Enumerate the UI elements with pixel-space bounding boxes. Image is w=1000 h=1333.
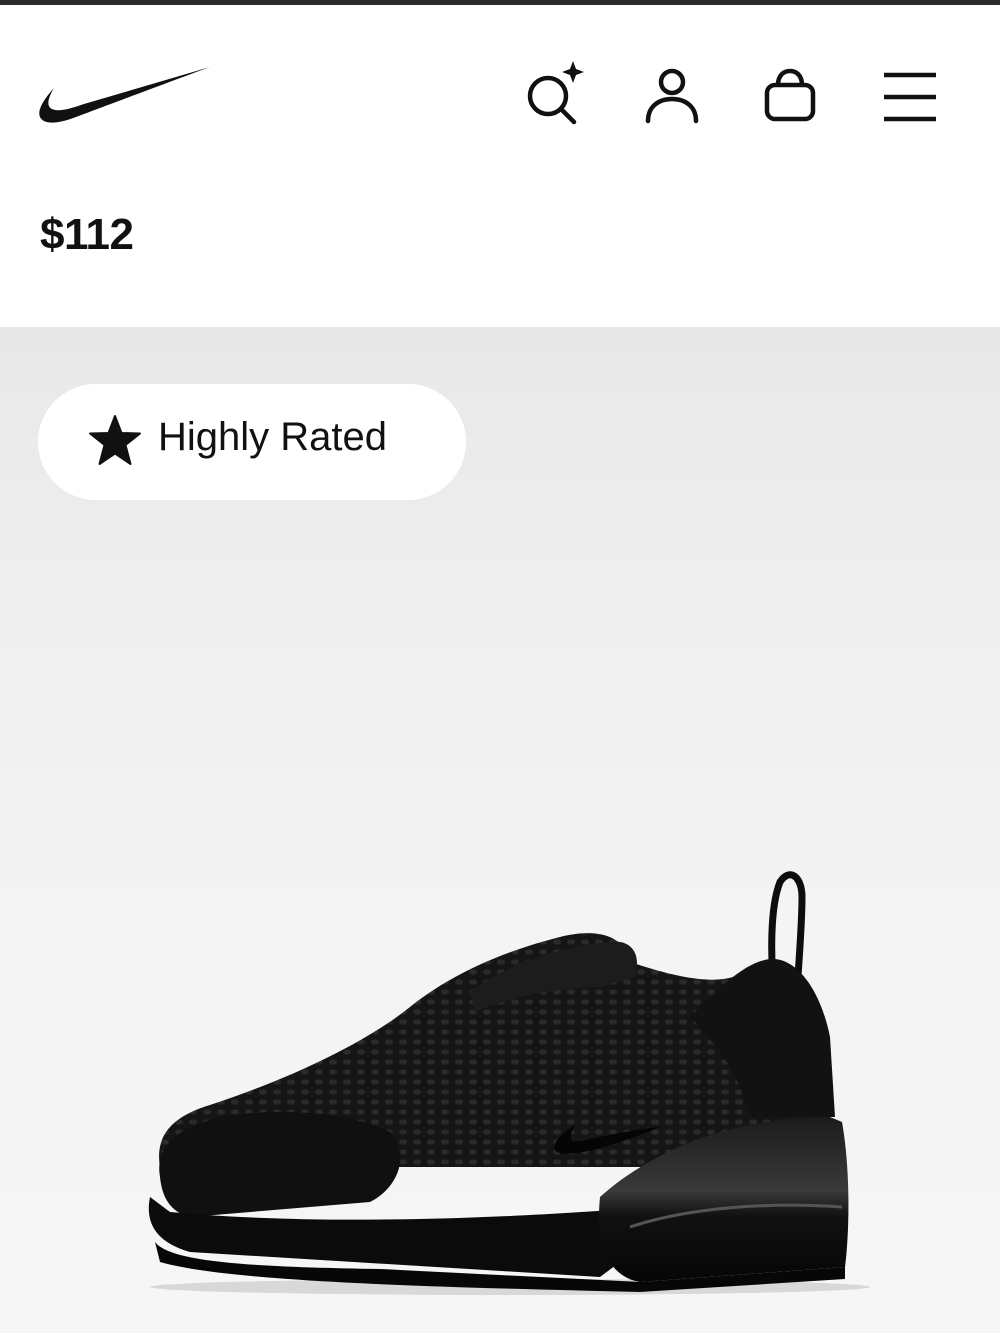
highly-rated-badge: Highly Rated — [38, 384, 466, 500]
product-price: $112 — [40, 210, 134, 259]
account-button[interactable] — [640, 63, 704, 127]
bag-button[interactable] — [758, 63, 822, 127]
badge-label: Highly Rated — [158, 415, 388, 459]
site-header — [0, 5, 1000, 175]
search-sparkle-icon — [527, 61, 584, 125]
bag-icon — [764, 68, 816, 122]
star-icon — [89, 415, 141, 465]
black-sneaker-product-image[interactable] — [130, 867, 870, 1307]
hamburger-menu-icon — [884, 72, 936, 122]
user-icon — [645, 68, 699, 124]
menu-button[interactable] — [876, 63, 940, 127]
search-button[interactable] — [520, 61, 584, 125]
product-hero: Highly Rated — [0, 327, 1000, 1333]
swoosh-logo-icon[interactable] — [38, 61, 212, 127]
